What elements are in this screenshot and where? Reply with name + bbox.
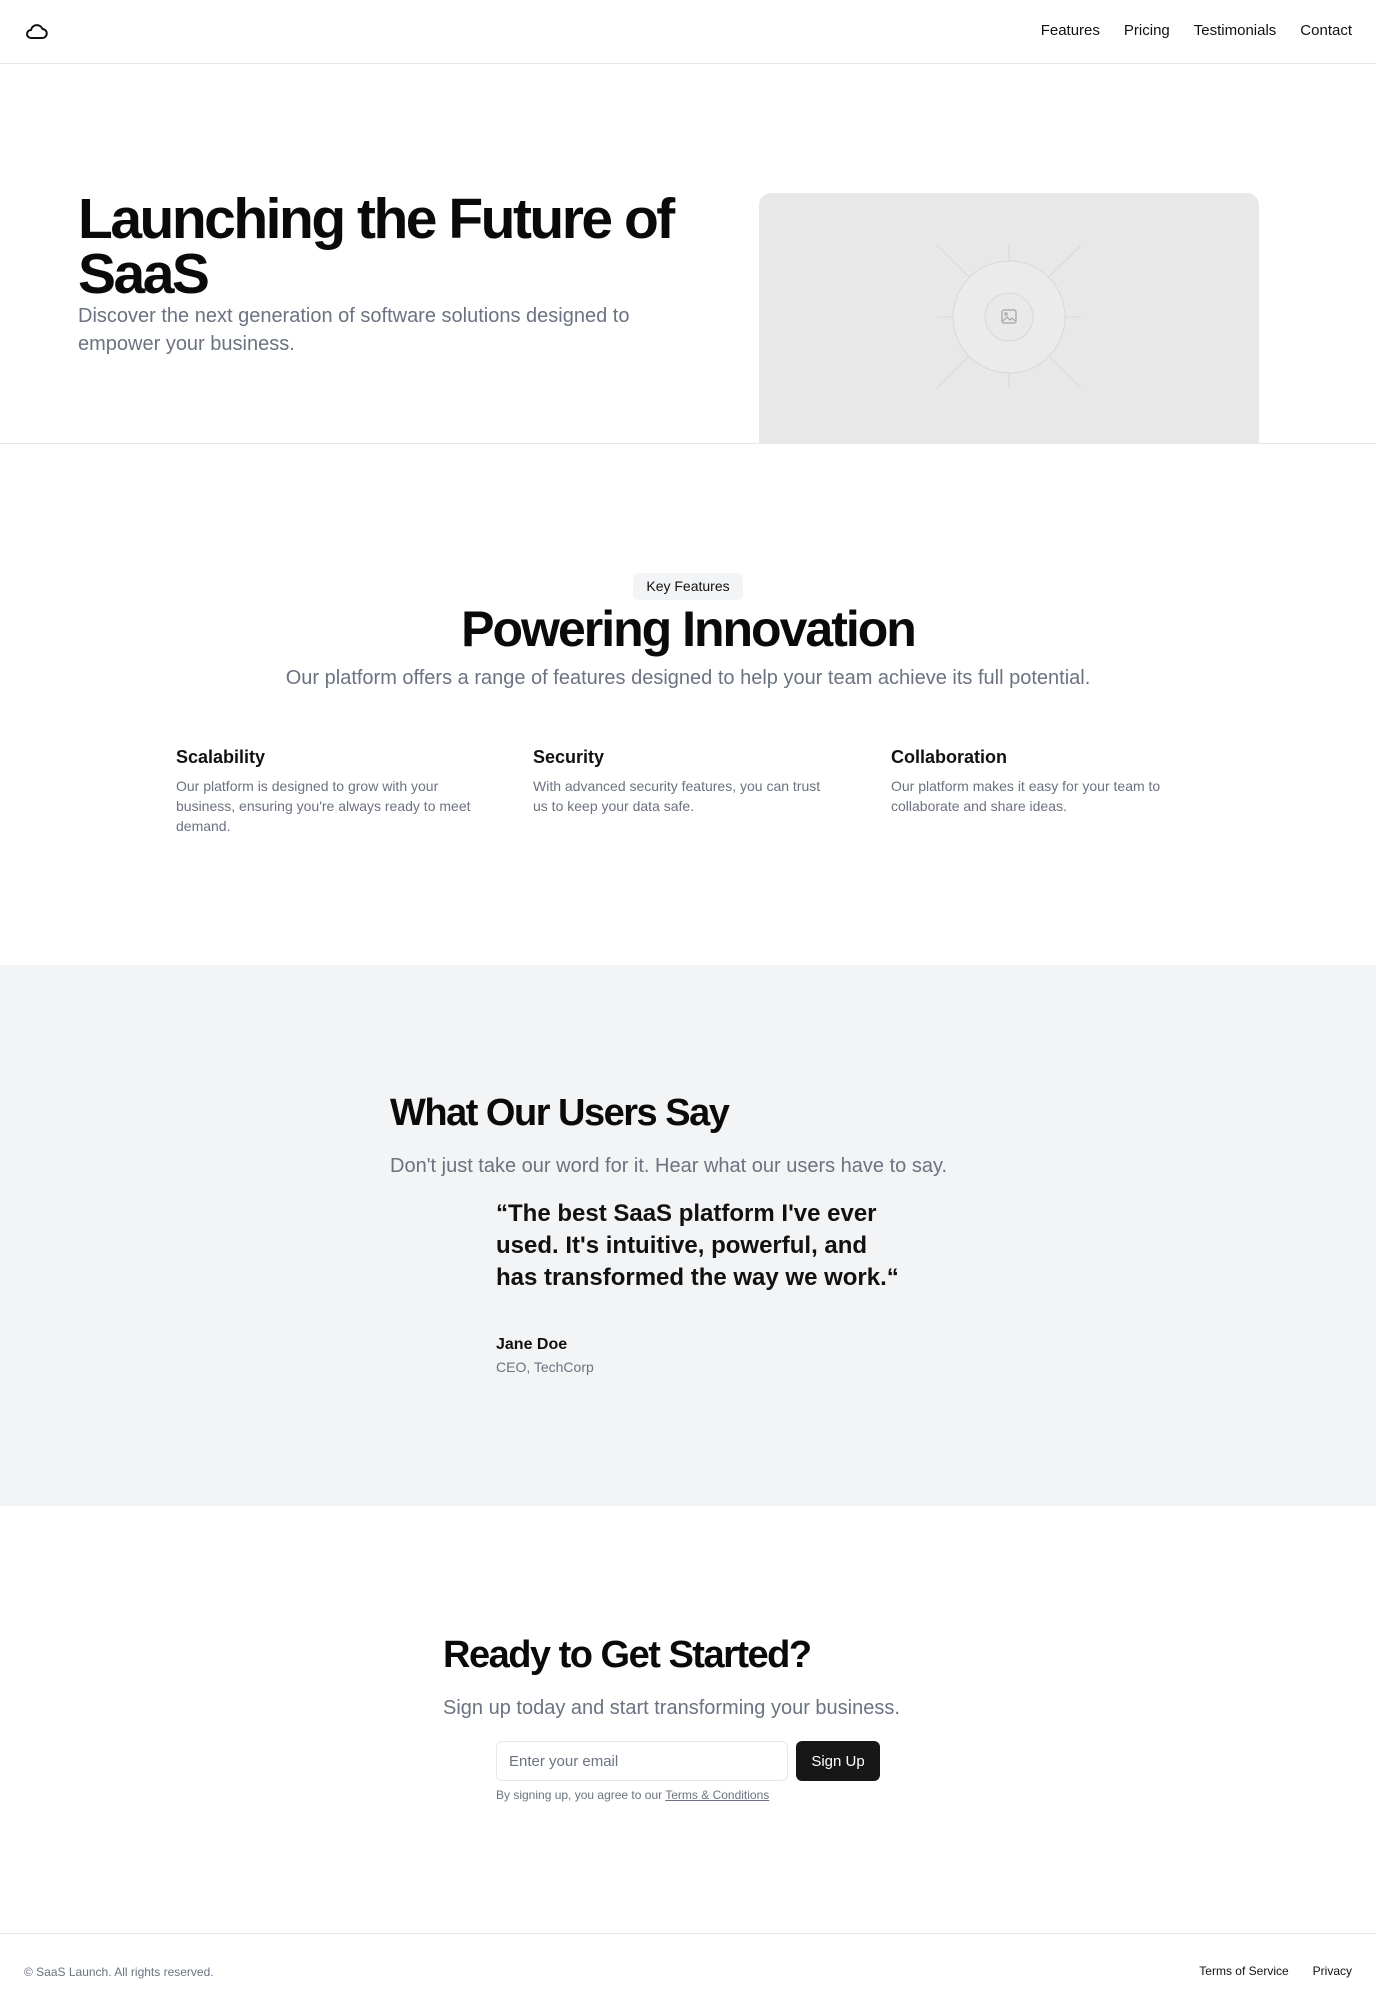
testimonial-author: Jane Doe [496,1336,568,1353]
feature-card-collaboration: Collaboration Our platform makes it easy… [891,747,1191,816]
terms-of-service-link[interactable]: Terms of Service [1199,1964,1288,1978]
nav-pricing-link[interactable]: Pricing [1124,22,1170,39]
nav-contact-link[interactable]: Contact [1300,22,1352,39]
feature-description: Our platform is designed to grow with yo… [176,778,471,834]
cta-title: Ready to Get Started? [443,1634,812,1676]
hero-section: Launching the Future of SaaS Discover th… [0,65,1376,444]
features-subtitle: Our platform offers a range of features … [285,667,1091,689]
testimonials-subtitle: Don't just take our word for it. Hear wh… [390,1155,948,1177]
features-title: Powering Innovation [461,601,917,657]
feature-title: Security [533,747,605,767]
terms-note: By signing up, you agree to our Terms & … [496,1788,769,1802]
terms-conditions-link[interactable]: Terms & Conditions [665,1788,769,1802]
testimonial-quote: “The best SaaS platform I've ever used. … [496,1200,899,1291]
terms-note-text: By signing up, you agree to our [496,1788,666,1802]
cloud-icon[interactable] [24,20,50,44]
site-header: Features Pricing Testimonials Contact [0,0,1376,64]
privacy-link[interactable]: Privacy [1313,1964,1352,1978]
nav-testimonials-link[interactable]: Testimonials [1194,22,1277,39]
hero-title: Launching the Future of SaaS [78,187,675,306]
sign-up-button[interactable]: Sign Up [796,1741,880,1781]
hero-image-placeholder [759,193,1259,444]
feature-title: Collaboration [891,747,1007,767]
image-placeholder-icon [936,244,1082,389]
email-input[interactable] [496,1741,788,1781]
feature-description: Our platform makes it easy for your team… [891,778,1161,814]
copyright-text: © SaaS Launch. All rights reserved. [24,1965,214,1979]
footer-nav: Terms of Service Privacy [1199,1964,1352,1978]
feature-title: Scalability [176,747,266,767]
nav-features-link[interactable]: Features [1041,22,1100,39]
features-badge: Key Features [633,573,743,600]
cta-subtitle: Sign up today and start transforming you… [443,1697,900,1719]
testimonials-section: What Our Users Say Don't just take our w… [0,965,1376,1506]
feature-card-security: Security With advanced security features… [533,747,833,816]
feature-description: With advanced security features, you can… [533,778,821,814]
cta-section: Ready to Get Started? Sign up today and … [0,1506,1376,1933]
feature-card-scalability: Scalability Our platform is designed to … [176,747,476,836]
testimonials-title: What Our Users Say [390,1092,730,1134]
testimonial-role: CEO, TechCorp [496,1359,594,1375]
hero-subtitle: Discover the next generation of software… [78,305,630,355]
main-nav: Features Pricing Testimonials Contact [1041,22,1352,39]
features-section: Key Features Powering Innovation Our pla… [0,444,1376,965]
site-footer: © SaaS Launch. All rights reserved. Term… [0,1933,1376,1997]
